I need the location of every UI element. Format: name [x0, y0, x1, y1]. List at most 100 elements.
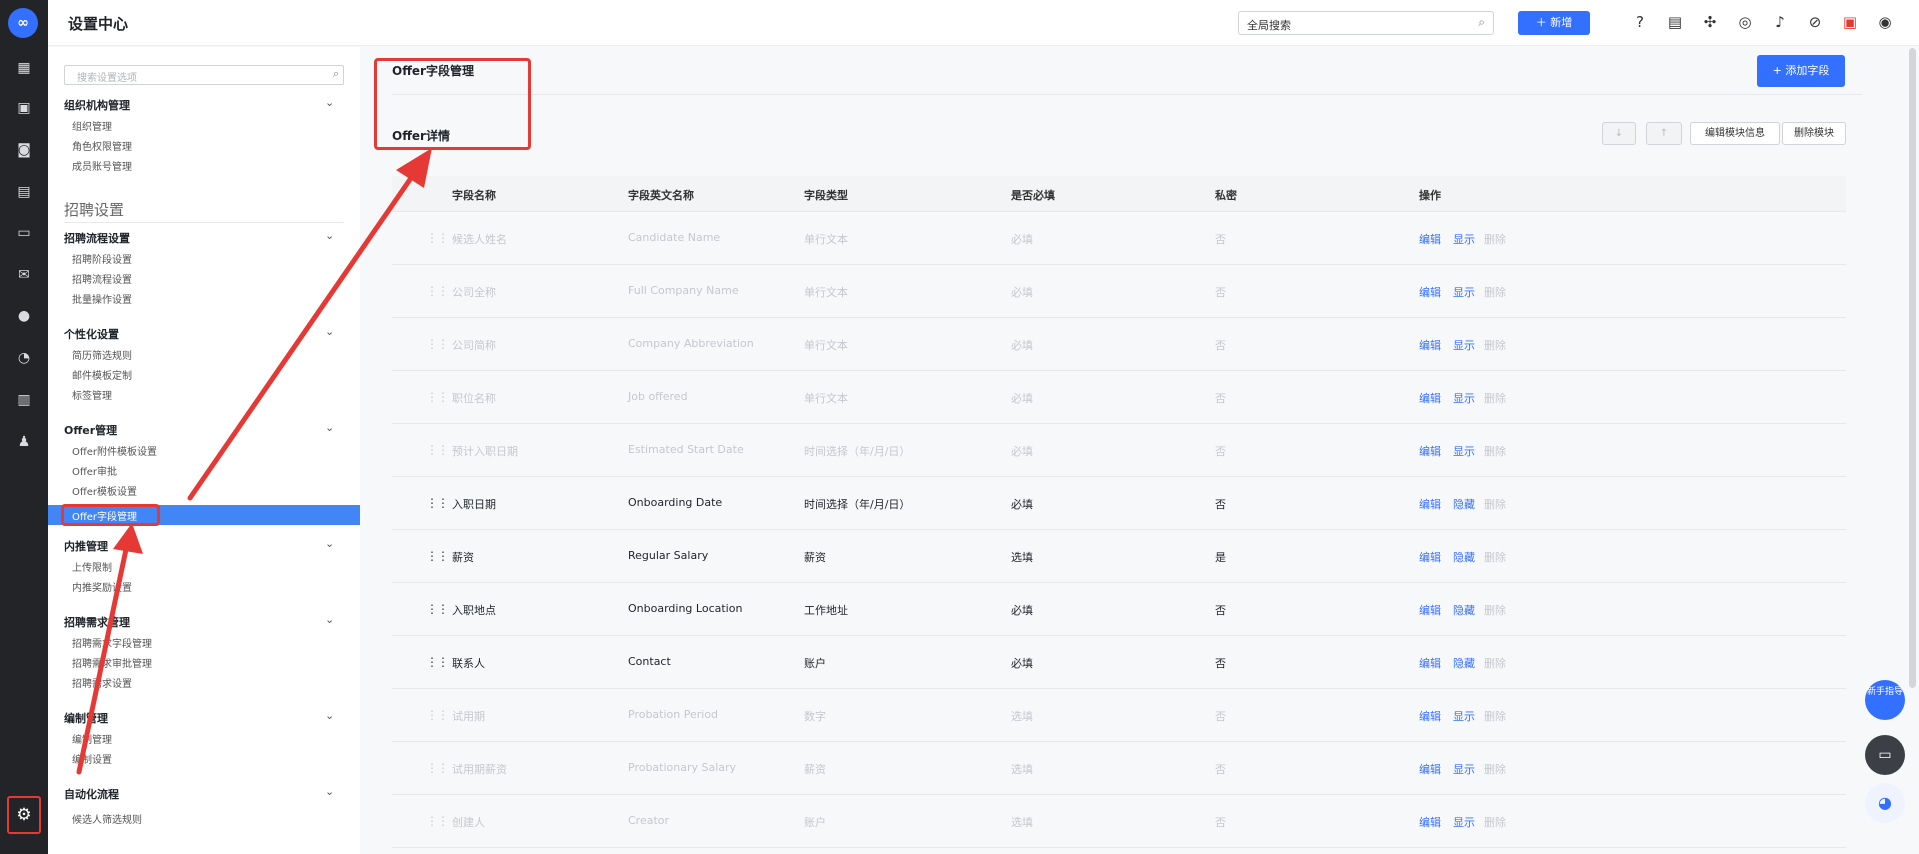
delete-link[interactable]: 删除	[1484, 549, 1506, 565]
guide-button[interactable]: 新手指导	[1865, 680, 1905, 720]
edit-module-button[interactable]: 编辑模块信息	[1690, 122, 1780, 145]
toggle-visibility-link[interactable]: 显示	[1453, 761, 1475, 777]
delete-link[interactable]: 删除	[1484, 443, 1506, 459]
add-field-button[interactable]: + 添加字段	[1757, 55, 1845, 87]
edit-link[interactable]: 编辑	[1419, 337, 1441, 353]
drag-handle-icon[interactable]: ⋮⋮	[426, 284, 449, 298]
nav-item-process[interactable]: 招聘流程设置	[72, 271, 132, 286]
chevron-down-icon[interactable]: ⌄	[325, 785, 334, 798]
compass-icon[interactable]: ⊘	[1805, 12, 1825, 32]
drag-handle-icon[interactable]: ⋮⋮	[426, 602, 449, 616]
nav-item-tags[interactable]: 标签管理	[72, 387, 112, 402]
nav-item-candidate-rules[interactable]: 候选人筛选规则	[72, 811, 142, 826]
nav-item-roles[interactable]: 角色权限管理	[72, 138, 132, 153]
nav-group-process[interactable]: 招聘流程设置	[64, 230, 130, 246]
edit-link[interactable]: 编辑	[1419, 231, 1441, 247]
drag-handle-icon[interactable]: ⋮⋮	[426, 337, 449, 351]
edit-link[interactable]: 编辑	[1419, 761, 1441, 777]
toggle-visibility-link[interactable]: 显示	[1453, 337, 1475, 353]
chat-icon[interactable]: ✉	[14, 265, 34, 285]
toggle-visibility-link[interactable]: 显示	[1453, 443, 1475, 459]
candidate-icon[interactable]: ◙	[14, 140, 34, 160]
nav-item-req-approval[interactable]: 招聘需求审批管理	[72, 655, 152, 670]
chevron-down-icon[interactable]: ⌄	[325, 96, 334, 109]
toggle-visibility-link[interactable]: 显示	[1453, 390, 1475, 406]
puzzle-icon[interactable]: ✣	[1700, 12, 1720, 32]
nav-item-org[interactable]: 组织管理	[72, 118, 112, 133]
nav-group-offer[interactable]: Offer管理	[64, 422, 117, 438]
nav-group-automation[interactable]: 自动化流程	[64, 786, 119, 802]
gift-icon[interactable]: ▣	[1840, 12, 1860, 32]
toggle-visibility-link[interactable]: 显示	[1453, 708, 1475, 724]
nav-item-offer-approval[interactable]: Offer审批	[72, 463, 117, 478]
nav-group-org[interactable]: 组织机构管理	[64, 97, 130, 113]
chat-bubble-icon[interactable]: ▭	[1865, 735, 1905, 775]
toggle-visibility-link[interactable]: 显示	[1453, 231, 1475, 247]
toggle-visibility-link[interactable]: 显示	[1453, 284, 1475, 300]
nav-group-requisition[interactable]: 招聘需求管理	[64, 614, 130, 630]
nav-item-headcount-settings[interactable]: 编制设置	[72, 751, 112, 766]
move-up-button[interactable]: ↑	[1646, 122, 1682, 145]
edit-link[interactable]: 编辑	[1419, 549, 1441, 565]
nav-item-batch[interactable]: 批量操作设置	[72, 291, 132, 306]
location-icon[interactable]: ◎	[1735, 12, 1755, 32]
dashboard-icon[interactable]: ▦	[14, 58, 34, 78]
chevron-down-icon[interactable]: ⌄	[325, 229, 334, 242]
delete-link[interactable]: 删除	[1484, 655, 1506, 671]
nav-item-req-settings[interactable]: 招聘需求设置	[72, 675, 132, 690]
edit-link[interactable]: 编辑	[1419, 443, 1441, 459]
delete-link[interactable]: 删除	[1484, 337, 1506, 353]
pie-chart-icon[interactable]: ◔	[14, 348, 34, 368]
bell-icon[interactable]: ♪	[1770, 12, 1790, 32]
bar-chart-icon[interactable]: ▥	[14, 390, 34, 410]
contact-card-icon[interactable]: ▭	[14, 223, 34, 243]
drag-handle-icon[interactable]: ⋮⋮	[426, 496, 449, 510]
move-down-button[interactable]: ↓	[1602, 122, 1636, 145]
chevron-down-icon[interactable]: ⌄	[325, 421, 334, 434]
drag-handle-icon[interactable]: ⋮⋮	[426, 390, 449, 404]
settings-search-input[interactable]: 搜索设置选项 ⌕	[64, 65, 344, 85]
nav-item-offer-attachments[interactable]: Offer附件模板设置	[72, 443, 157, 458]
edit-link[interactable]: 编辑	[1419, 655, 1441, 671]
calendar-icon[interactable]: ▤	[14, 182, 34, 202]
edit-link[interactable]: 编辑	[1419, 390, 1441, 406]
nav-item-email-templates[interactable]: 邮件模板定制	[72, 367, 132, 382]
drag-handle-icon[interactable]: ⋮⋮	[426, 655, 449, 669]
chevron-down-icon[interactable]: ⌄	[325, 325, 334, 338]
edit-link[interactable]: 编辑	[1419, 496, 1441, 512]
delete-link[interactable]: 删除	[1484, 390, 1506, 406]
fire-icon[interactable]: ●	[14, 306, 34, 326]
new-button[interactable]: ＋ 新增	[1518, 11, 1590, 35]
toggle-visibility-link[interactable]: 隐藏	[1453, 549, 1475, 565]
global-search-input[interactable]: 全局搜索 ⌕	[1238, 11, 1494, 35]
chevron-down-icon[interactable]: ⌄	[325, 537, 334, 550]
nav-item-referral-reward[interactable]: 内推奖励设置	[72, 579, 132, 594]
team-icon[interactable]: ♟	[14, 432, 34, 452]
toggle-visibility-link[interactable]: 显示	[1453, 814, 1475, 830]
nav-group-referral[interactable]: 内推管理	[64, 538, 108, 554]
help-icon[interactable]: ?	[1630, 12, 1650, 32]
drag-handle-icon[interactable]: ⋮⋮	[426, 708, 449, 722]
scrollbar[interactable]	[1909, 48, 1916, 688]
assistant-bot-icon[interactable]: ◕	[1865, 783, 1905, 823]
nav-item-offer-templates[interactable]: Offer模板设置	[72, 483, 137, 498]
briefcase-icon[interactable]: ▣	[14, 98, 34, 118]
edit-link[interactable]: 编辑	[1419, 814, 1441, 830]
nav-item-upload-limit[interactable]: 上传限制	[72, 559, 112, 574]
drag-handle-icon[interactable]: ⋮⋮	[426, 443, 449, 457]
nav-item-resume-rules[interactable]: 简历筛选规则	[72, 347, 132, 362]
toggle-visibility-link[interactable]: 隐藏	[1453, 602, 1475, 618]
nav-group-personal[interactable]: 个性化设置	[64, 326, 119, 342]
drag-handle-icon[interactable]: ⋮⋮	[426, 231, 449, 245]
settings-icon[interactable]: ⚙	[7, 796, 41, 834]
drag-handle-icon[interactable]: ⋮⋮	[426, 549, 449, 563]
toggle-visibility-link[interactable]: 隐藏	[1453, 496, 1475, 512]
nav-item-headcount[interactable]: 编制管理	[72, 731, 112, 746]
chevron-down-icon[interactable]: ⌄	[325, 613, 334, 626]
nav-group-headcount[interactable]: 编制管理	[64, 710, 108, 726]
drag-handle-icon[interactable]: ⋮⋮	[426, 761, 449, 775]
user-icon[interactable]: ◉	[1875, 12, 1895, 32]
nav-item-req-fields[interactable]: 招聘需求字段管理	[72, 635, 152, 650]
delete-link[interactable]: 删除	[1484, 708, 1506, 724]
chevron-down-icon[interactable]: ⌄	[325, 709, 334, 722]
